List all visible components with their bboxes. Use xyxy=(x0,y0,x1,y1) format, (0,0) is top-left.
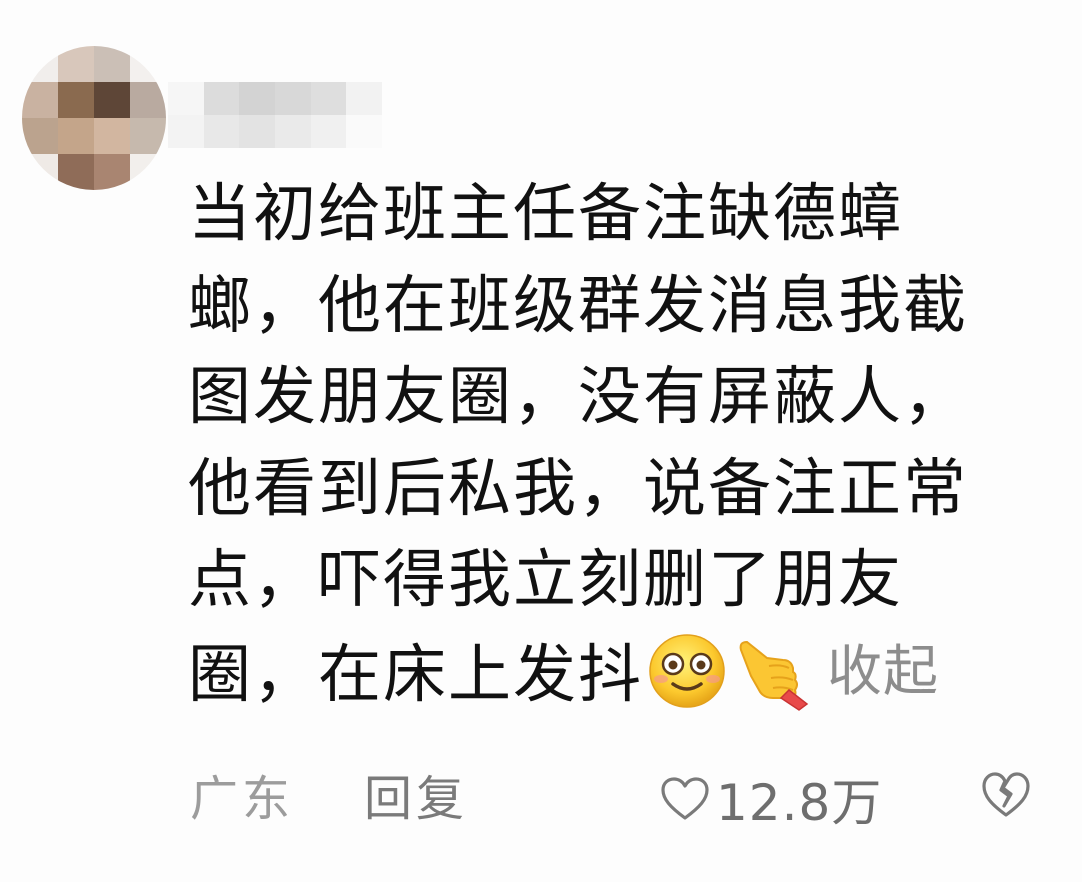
username[interactable] xyxy=(168,82,382,148)
comment-line: 图发朋友圈，没有屏蔽人， xyxy=(188,360,968,433)
reply-button[interactable]: 回复 xyxy=(364,764,468,834)
comment-line: 点，吓得我立刻删了朋友 xyxy=(188,543,903,616)
comment-line: 圈，在床上发抖 xyxy=(188,637,643,711)
like-button[interactable]: 12.8万 xyxy=(660,764,882,834)
collapse-button[interactable]: 收起 xyxy=(827,626,939,718)
location-label: 广东 xyxy=(190,771,295,827)
comment-line: 他看到后私我，说备注正常 xyxy=(188,451,968,525)
pointing-hand-emoji xyxy=(739,640,809,711)
like-count: 12.8万 xyxy=(716,774,883,832)
broken-heart-icon[interactable] xyxy=(980,770,1032,820)
comment-line: 螂，他在班级群发消息我截 xyxy=(188,268,968,342)
comment-text: 当初给班主任备注缺德蟑 螂，他在班级群发消息我截 图发朋友圈，没有屏蔽人， 他看… xyxy=(188,168,1018,717)
comment-last-line: 圈，在床上发抖 收起 xyxy=(188,626,1018,718)
heart-icon xyxy=(661,777,709,820)
smiling-face-emoji xyxy=(649,633,725,708)
avatar[interactable] xyxy=(22,46,166,190)
comment-line: 当初给班主任备注缺德蟑 xyxy=(188,177,903,250)
comment-card: 当初给班主任备注缺德蟑 螂，他在班级群发消息我截 图发朋友圈，没有屏蔽人， 他看… xyxy=(0,0,1082,882)
